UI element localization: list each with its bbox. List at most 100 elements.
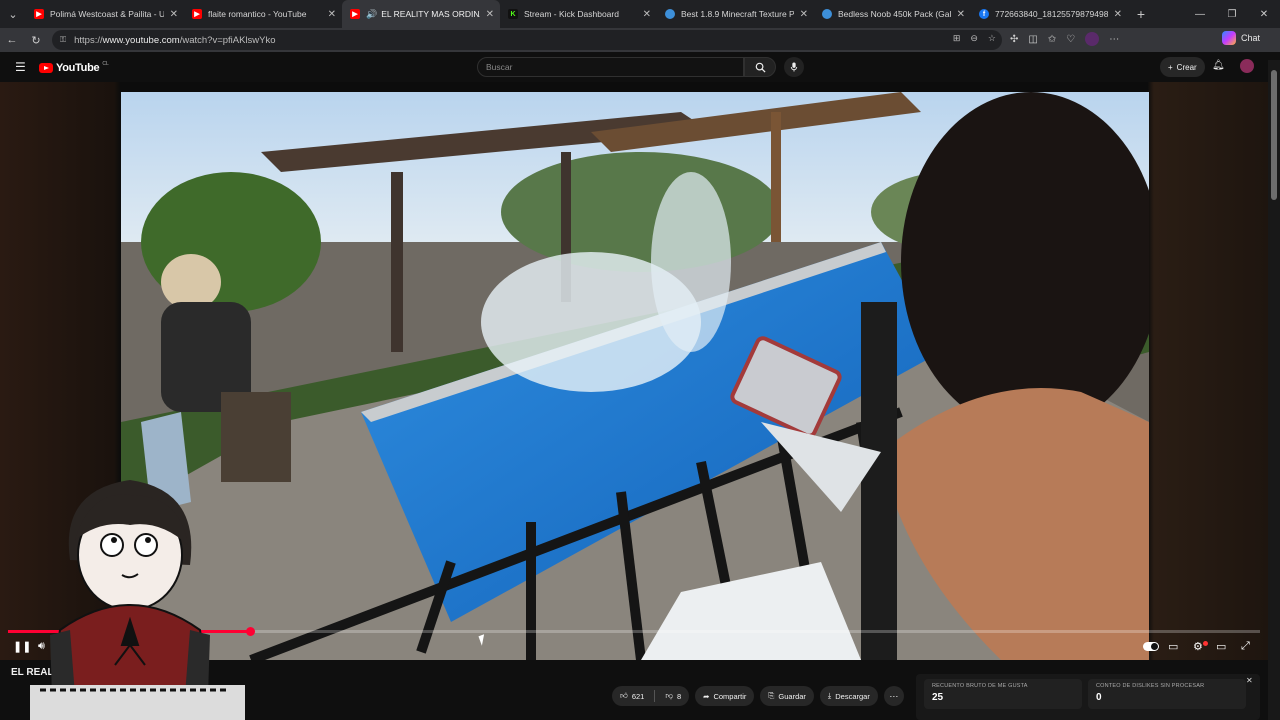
share-label: Compartir [713,691,747,701]
youtube-masthead: ☰ YouTube CL Buscar + Crear 🔔︎ [0,52,1280,82]
streamer-avatar-overlay [30,480,245,720]
close-tab-icon[interactable]: ✕ [170,9,178,20]
download-label: Descargar [835,691,870,701]
globe-icon [822,9,832,19]
plus-icon: + [1168,62,1173,72]
share-arrow-icon: ➦ [703,691,710,701]
collections-icon[interactable]: ♡ [1066,34,1075,45]
close-tab-icon[interactable]: ✕ [957,9,965,20]
url-scheme: https:// [74,34,103,46]
raw-likes-label: RECUENTO BRUTO DE ME GUSTA [932,683,1028,689]
copilot-icon [1221,31,1236,45]
tab-flaite-romantico[interactable]: ▶ flaite romantico - YouTube ✕ [184,0,342,28]
search-button[interactable] [744,57,776,77]
new-tab-plus-icon[interactable]: + [1128,6,1154,22]
create-label: Crear [1176,62,1197,72]
zoom-icon[interactable]: ⊖ [970,33,978,44]
microphone-icon [790,62,798,72]
page-scrollbar[interactable] [1268,60,1280,720]
facebook-icon: f [979,9,989,19]
copilot-chat-button[interactable]: Chat [1221,31,1260,45]
raw-dislikes-card: CONTEO DE DISLIKES SIN PROCESAR 0 [1088,679,1246,709]
speaker-icon[interactable]: 🔊 [366,9,377,20]
raw-likes-value: 25 [932,692,944,703]
tab-facebook-image[interactable]: f 772663840_18125579879498322 ✕ [971,0,1128,28]
theater-mode-icon[interactable]: ▭ [1216,640,1226,653]
close-window-icon[interactable]: ✕ [1248,0,1280,28]
more-actions-icon[interactable]: ⋯ [883,686,904,706]
close-tab-icon[interactable]: ✕ [800,9,808,20]
tab-bedless-noob[interactable]: Bedless Noob 450k Pack (Galaxy ✕ [814,0,971,28]
youtube-icon: ▶ [350,9,360,19]
download-arrow-icon: ⤓ [827,691,832,700]
subtitles-icon[interactable]: ▭ [1168,640,1178,653]
video-scene [121,92,1149,660]
browser-tab-strip: ⌄ ▶ Polimá Westcoast & Pailita - Ultra ✕… [0,0,1280,28]
search-input[interactable]: Buscar [477,57,744,77]
close-tab-icon[interactable]: ✕ [486,9,494,20]
share-button[interactable]: ➦ Compartir [695,686,755,706]
notifications-bell-icon[interactable]: 🔔︎ [1212,60,1225,71]
address-bar[interactable]: ⚿ https://www.youtube.com/watch?v=pfiAKl… [52,30,1002,50]
fullscreen-icon[interactable]: ⤢ [1241,640,1250,653]
chat-label: Chat [1240,33,1260,43]
video-actions: 👍︎ 621 👎︎ 8 ➦ Compartir ⎘ Guardar ⤓ Descarg… [612,686,904,706]
like-count[interactable]: 621 [632,692,645,701]
raw-dislikes-value: 0 [1096,692,1102,703]
close-tab-icon[interactable]: ✕ [328,9,336,20]
voice-search-button[interactable] [784,57,804,77]
site-info-icon[interactable]: ⚿ [60,35,66,45]
create-button[interactable]: + Crear [1160,57,1205,77]
youtube-play-icon [39,63,53,73]
minimize-icon[interactable]: — [1184,0,1216,28]
youtube-logo[interactable]: YouTube CL [39,61,109,74]
hd-badge [1203,641,1208,646]
hamburger-menu-icon[interactable]: ☰ [15,60,26,74]
save-button[interactable]: ⎘ Guardar [760,686,814,706]
more-menu-icon[interactable]: ⋯ [1109,34,1119,45]
favorites-icon[interactable]: ✩ [1048,34,1056,45]
youtube-icon: ▶ [34,9,44,19]
autoplay-toggle[interactable] [1143,642,1159,651]
divider [654,690,656,702]
video-frame[interactable] [121,92,1149,660]
favorite-star-icon[interactable]: ☆ [988,33,996,44]
split-screen-icon[interactable]: ◫ [1028,34,1037,45]
country-code: CL [102,61,109,67]
close-tab-icon[interactable]: ✕ [1114,9,1122,20]
tab-minecraft-packs[interactable]: Best 1.8.9 Minecraft Texture Packs ✕ [657,0,814,28]
profile-avatar[interactable] [1085,32,1100,46]
back-arrow-icon[interactable]: ← [0,34,24,46]
progress-scrubber[interactable] [245,627,255,636]
like-dislike-group: 👍︎ 621 👎︎ 8 [612,686,690,706]
youtube-icon: ▶ [192,9,202,19]
search-placeholder: Buscar [486,62,513,72]
raw-likes-card: RECUENTO BRUTO DE ME GUSTA 25 [924,679,1082,709]
raw-dislikes-label: CONTEO DE DISLIKES SIN PROCESAR [1096,683,1205,689]
tab-list-chevron-icon[interactable]: ⌄ [0,0,26,28]
download-button[interactable]: ⤓ Descargar [819,686,878,706]
url-host: www.youtube.com [102,34,180,46]
close-panel-icon[interactable]: ✕ [1246,676,1253,685]
tab-kick-dashboard[interactable]: K Stream - Kick Dashboard ✕ [500,0,657,28]
settings-gear-icon[interactable]: ⚙ [1193,640,1203,653]
kick-icon: K [508,9,518,19]
scrollbar-thumb[interactable] [1271,70,1277,200]
like-thumb-icon[interactable]: 👍︎ [620,691,628,701]
pause-icon[interactable]: ❚❚ [13,640,31,653]
reload-icon[interactable]: ↻ [24,34,48,47]
close-tab-icon[interactable]: ✕ [643,9,651,20]
restore-icon[interactable]: ❐ [1216,0,1248,28]
search-icon [755,62,766,73]
dislike-thumb-icon[interactable]: 👎︎ [665,691,673,701]
tab-el-reality[interactable]: ▶ 🔊 EL REALITY MAS ORDINARIO ✕ [342,0,500,28]
tab-polima[interactable]: ▶ Polimá Westcoast & Pailita - Ultra ✕ [26,0,184,28]
account-avatar[interactable] [1240,59,1254,73]
extension-puzzle-icon[interactable]: ✣ [1010,34,1018,45]
extension-icons: ✣ ◫ ✩ ♡ ⋯ [1010,32,1119,46]
bookmark-icon: ⎘ [768,691,775,700]
browser-toolbar: ← ↻ ⚿ https://www.youtube.com/watch?v=pf… [0,28,1280,52]
app-available-icon[interactable]: ⊞ [953,33,961,44]
dislike-count[interactable]: 8 [677,692,681,701]
window-controls: — ❐ ✕ [1184,0,1280,28]
